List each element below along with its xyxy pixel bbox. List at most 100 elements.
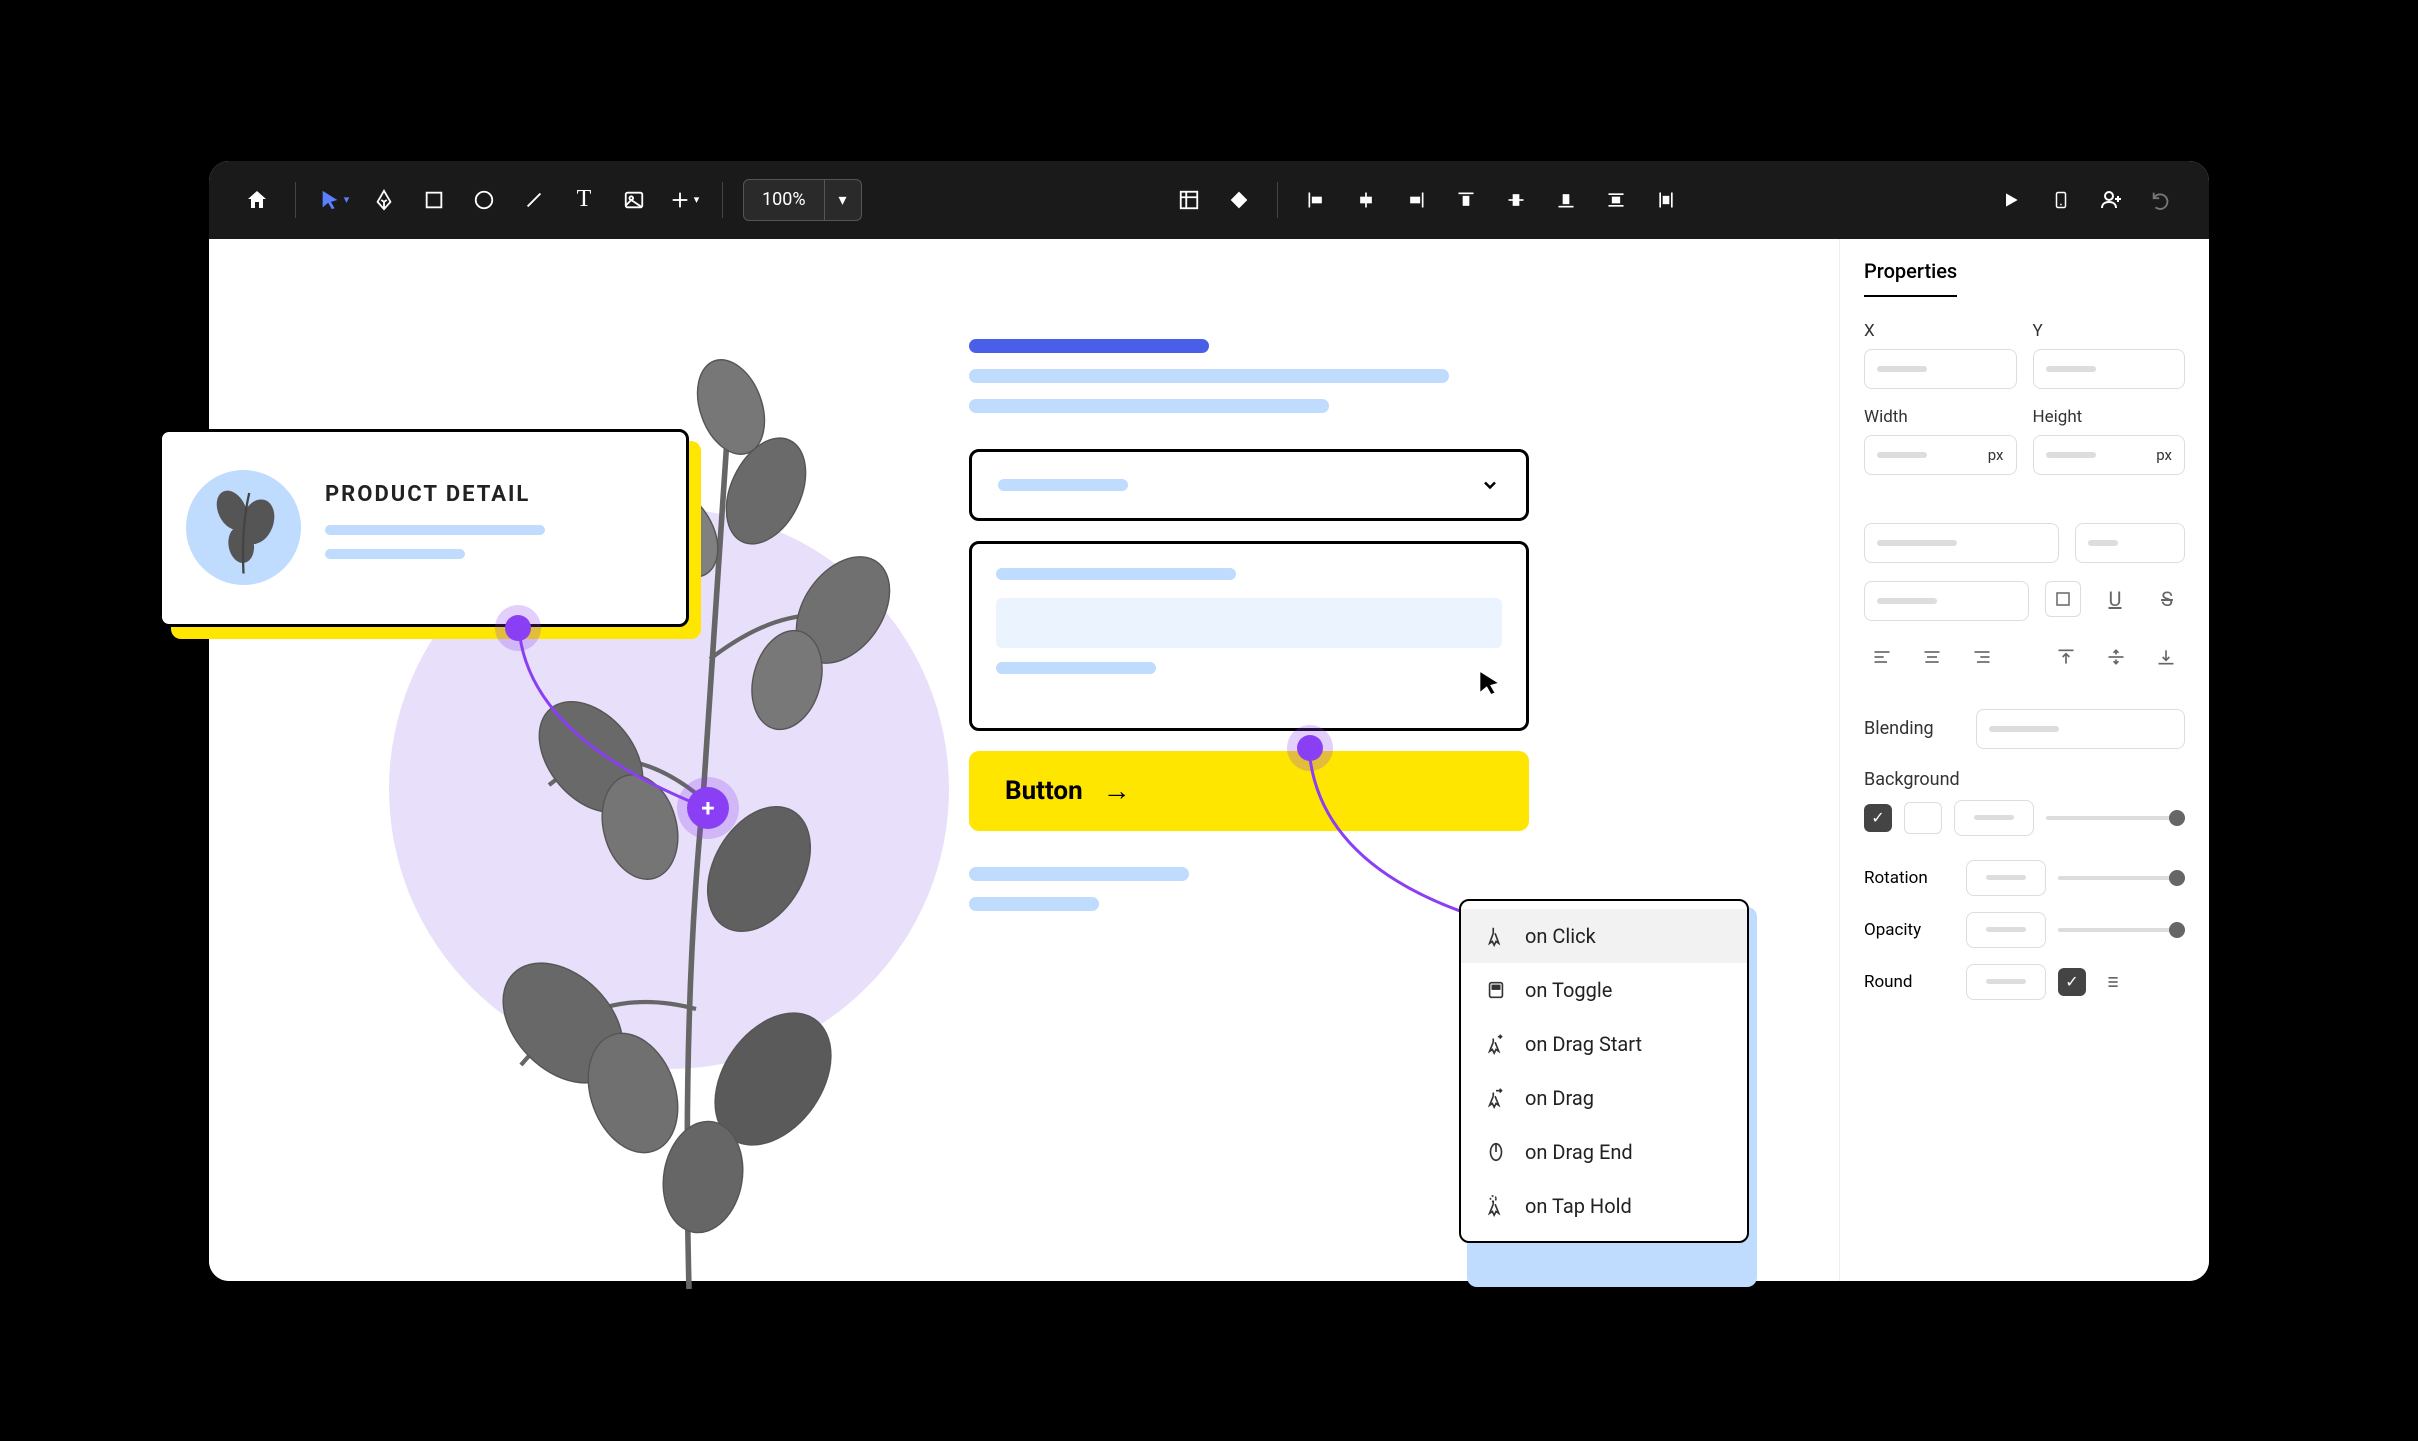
rotation-input[interactable] [1966, 860, 2046, 896]
event-on-tap-hold[interactable]: on Tap Hold [1461, 1179, 1747, 1233]
underline-icon[interactable]: U [2097, 581, 2133, 617]
image-icon[interactable] [616, 182, 652, 218]
text-box-icon[interactable] [2045, 581, 2081, 617]
valign-bottom-icon[interactable] [2148, 639, 2184, 675]
rotation-label: Rotation [1864, 868, 1954, 888]
corners-icon[interactable] [2098, 964, 2134, 1000]
text-placeholder [325, 525, 545, 535]
play-icon[interactable] [1993, 182, 2029, 218]
width-input[interactable]: px [1864, 435, 2017, 475]
rotation-slider[interactable] [2058, 876, 2185, 880]
select-value-placeholder [998, 479, 1128, 491]
event-label: on Drag [1525, 1086, 1594, 1110]
font-weight-input[interactable] [1864, 581, 2029, 621]
event-label: on Tap Hold [1525, 1194, 1632, 1218]
background-checkbox[interactable]: ✓ [1864, 804, 1892, 832]
text-icon[interactable]: T [566, 182, 602, 218]
y-input[interactable] [2033, 349, 2186, 389]
width-label: Width [1864, 407, 2017, 427]
align-center-h-icon[interactable] [1348, 182, 1384, 218]
event-on-drag-start[interactable]: on Drag Start [1461, 1017, 1747, 1071]
device-icon[interactable] [2043, 182, 2079, 218]
avatar [186, 470, 301, 585]
text-placeholder [969, 399, 1329, 413]
connection-node[interactable] [1297, 735, 1323, 761]
primary-button[interactable]: Button → [969, 751, 1529, 831]
event-label: on Toggle [1525, 978, 1612, 1002]
text-placeholder [325, 549, 465, 559]
round-input[interactable] [1966, 964, 2046, 1000]
event-on-click[interactable]: on Click [1461, 909, 1747, 963]
blending-label: Blending [1864, 718, 1964, 739]
distribute-v-icon[interactable] [1598, 182, 1634, 218]
align-bottom-icon[interactable] [1548, 182, 1584, 218]
round-checkbox[interactable]: ✓ [2058, 968, 2086, 996]
textarea-field[interactable] [969, 541, 1529, 731]
toolbar: ▾ T ▾ 100% ▾ [209, 161, 2209, 239]
drag-icon [1483, 1085, 1509, 1111]
text-align-right-icon[interactable] [1964, 639, 2000, 675]
background-label: Background [1864, 769, 2185, 790]
select-field[interactable] [969, 449, 1529, 521]
opacity-slider[interactable] [2058, 928, 2185, 932]
zoom-control[interactable]: 100% ▾ [743, 179, 862, 221]
color-input[interactable] [1954, 800, 2034, 836]
color-icon[interactable] [1221, 182, 1257, 218]
font-family-input[interactable] [1864, 523, 2059, 563]
height-label: Height [2033, 407, 2186, 427]
align-left-icon[interactable] [1298, 182, 1334, 218]
highlighted-row [996, 598, 1502, 648]
drag-end-icon [1483, 1139, 1509, 1165]
event-on-drag-end[interactable]: on Drag End [1461, 1125, 1747, 1179]
connection-add-node[interactable]: + [687, 787, 729, 829]
blending-input[interactable] [1976, 709, 2185, 749]
properties-panel: Properties X Y Width px Height px [1839, 239, 2209, 1281]
line-icon[interactable] [516, 182, 552, 218]
pen-icon[interactable] [366, 182, 402, 218]
home-icon[interactable] [239, 182, 275, 218]
align-center-v-icon[interactable] [1498, 182, 1534, 218]
arrow-right-icon: → [1103, 774, 1131, 807]
color-swatch[interactable] [1904, 802, 1942, 834]
undo-icon[interactable] [2143, 182, 2179, 218]
height-input[interactable]: px [2033, 435, 2186, 475]
event-on-toggle[interactable]: on Toggle [1461, 963, 1747, 1017]
strikethrough-icon[interactable]: S [2149, 581, 2185, 617]
card-title: PRODUCT DETAIL [325, 482, 662, 507]
connection-node[interactable] [505, 615, 531, 641]
valign-top-icon[interactable] [2048, 639, 2084, 675]
drag-start-icon [1483, 1031, 1509, 1057]
chevron-down-icon[interactable]: ▾ [824, 180, 861, 220]
panel-tab-properties[interactable]: Properties [1864, 259, 1957, 297]
opacity-input[interactable] [1966, 912, 2046, 948]
text-placeholder [969, 897, 1099, 911]
pointer-icon[interactable]: ▾ [316, 182, 352, 218]
heading-placeholder [969, 339, 1209, 353]
rectangle-icon[interactable] [416, 182, 452, 218]
x-label: X [1864, 321, 2017, 341]
event-label: on Drag End [1525, 1140, 1633, 1164]
text-placeholder [996, 662, 1156, 674]
font-size-input[interactable] [2075, 523, 2185, 563]
app-window: ▾ T ▾ 100% ▾ [209, 161, 2209, 1281]
align-top-icon[interactable] [1448, 182, 1484, 218]
valign-middle-icon[interactable] [2098, 639, 2134, 675]
background-slider[interactable] [2046, 816, 2185, 820]
click-icon [1483, 923, 1509, 949]
canvas[interactable]: Button → PRODUCT DETAIL [209, 239, 1839, 1281]
x-input[interactable] [1864, 349, 2017, 389]
y-label: Y [2033, 321, 2186, 341]
text-placeholder [996, 568, 1236, 580]
plus-icon[interactable]: ▾ [666, 182, 702, 218]
ellipse-icon[interactable] [466, 182, 502, 218]
cursor-icon [1476, 669, 1502, 704]
product-card[interactable]: PRODUCT DETAIL [159, 429, 689, 627]
text-align-left-icon[interactable] [1864, 639, 1900, 675]
text-align-center-icon[interactable] [1914, 639, 1950, 675]
layout-grid-icon[interactable] [1171, 182, 1207, 218]
align-right-icon[interactable] [1398, 182, 1434, 218]
event-on-drag[interactable]: on Drag [1461, 1071, 1747, 1125]
tap-hold-icon [1483, 1193, 1509, 1219]
distribute-h-icon[interactable] [1648, 182, 1684, 218]
add-user-icon[interactable] [2093, 182, 2129, 218]
